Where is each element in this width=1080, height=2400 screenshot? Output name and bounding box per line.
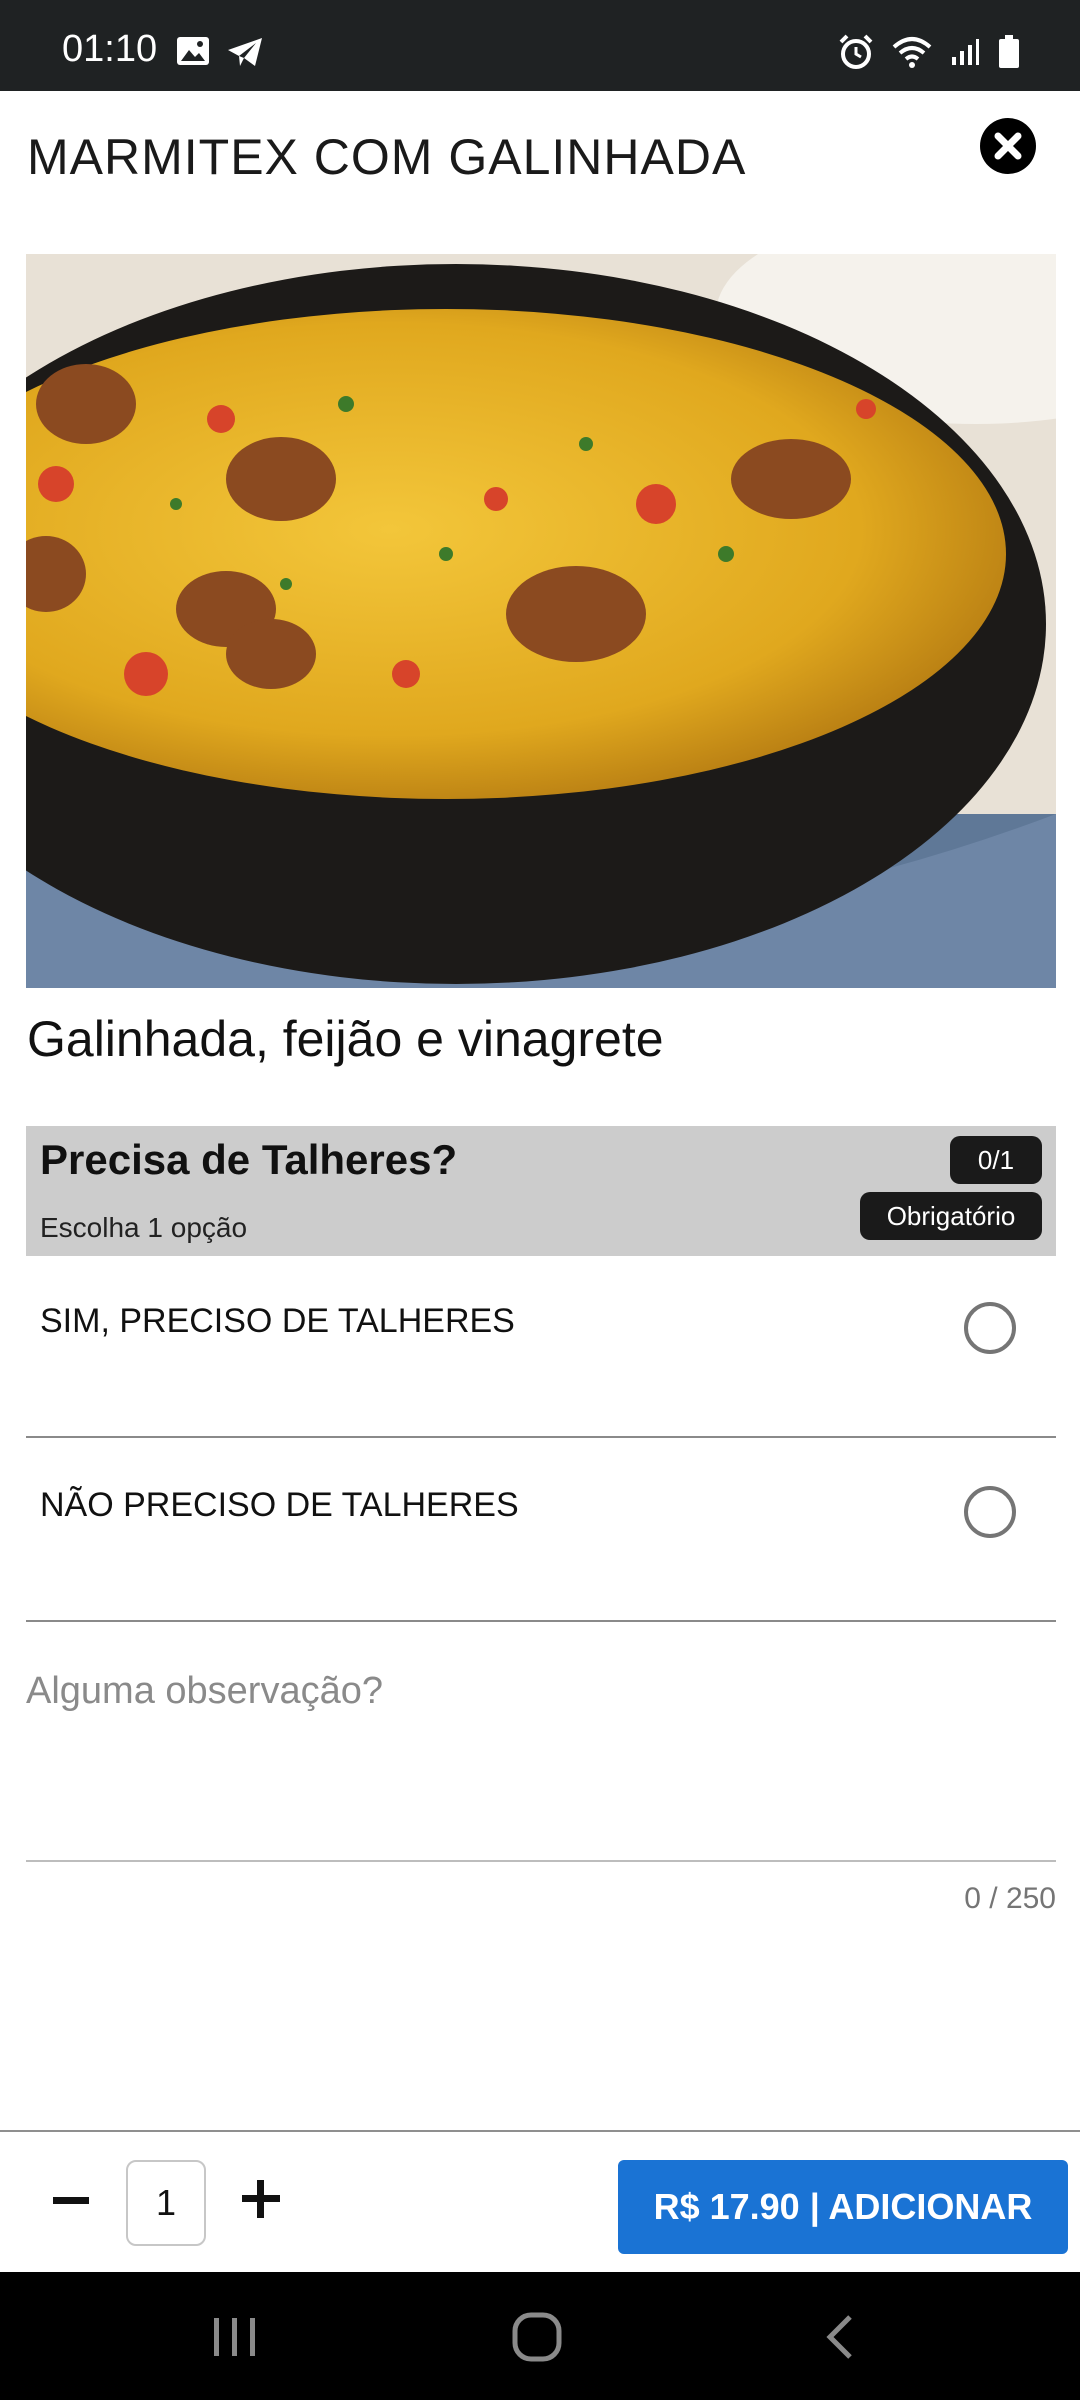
option-nao-talheres[interactable]: NÃO PRECISO DE TALHERES [26, 1440, 1056, 1622]
recent-apps-icon[interactable] [212, 2316, 258, 2363]
system-navigation-bar [0, 2272, 1080, 2400]
galinhada-photo [26, 254, 1056, 988]
home-icon[interactable] [512, 2312, 562, 2367]
image-icon [176, 36, 210, 73]
option-group-header: Precisa de Talheres? Escolha 1 opção 0/1… [26, 1126, 1056, 1256]
option-group-title: Precisa de Talheres? [40, 1136, 458, 1183]
radio-button[interactable] [964, 1486, 1016, 1538]
plus-icon [242, 2179, 280, 2223]
observation-placeholder: Alguma observação? [26, 1670, 383, 1712]
telegram-icon [226, 36, 264, 73]
option-group-subtitle: Escolha 1 opção [40, 1212, 248, 1243]
observation-field[interactable]: Alguma observação? [26, 1640, 1056, 1862]
option-label: SIM, PRECISO DE TALHERES [40, 1302, 515, 1340]
status-right-icons [838, 34, 1020, 75]
option-sim-talheres[interactable]: SIM, PRECISO DE TALHERES [26, 1256, 1056, 1438]
status-left-icons [176, 36, 264, 73]
selection-count-badge: 0/1 [950, 1136, 1042, 1184]
radio-button[interactable] [964, 1302, 1016, 1354]
minus-icon [53, 2192, 89, 2210]
option-label: NÃO PRECISO DE TALHERES [40, 1486, 519, 1524]
close-icon [980, 132, 1036, 178]
add-to-cart-button[interactable]: R$ 17.90 | ADICIONAR [618, 2160, 1068, 2254]
wifi-icon [892, 35, 932, 74]
decrease-quantity-button[interactable] [46, 2176, 96, 2226]
item-description: Galinhada, feijão e vinagrete [27, 1011, 664, 1067]
battery-icon [998, 35, 1020, 74]
status-time: 01:10 [62, 28, 158, 70]
alarm-icon [838, 34, 874, 75]
close-button[interactable] [980, 118, 1036, 174]
quantity-display: 1 [126, 2160, 206, 2246]
character-counter: 0 / 250 [964, 1882, 1056, 1915]
modal-title: MARMITEX COM GALINHADA [27, 129, 747, 185]
increase-quantity-button[interactable] [236, 2176, 286, 2226]
signal-icon [950, 37, 980, 72]
required-badge: Obrigatório [860, 1192, 1042, 1240]
bottom-action-bar: 1 R$ 17.90 | ADICIONAR [0, 2130, 1080, 2272]
back-icon[interactable] [824, 2314, 854, 2365]
status-bar: 01:10 [0, 0, 1080, 91]
